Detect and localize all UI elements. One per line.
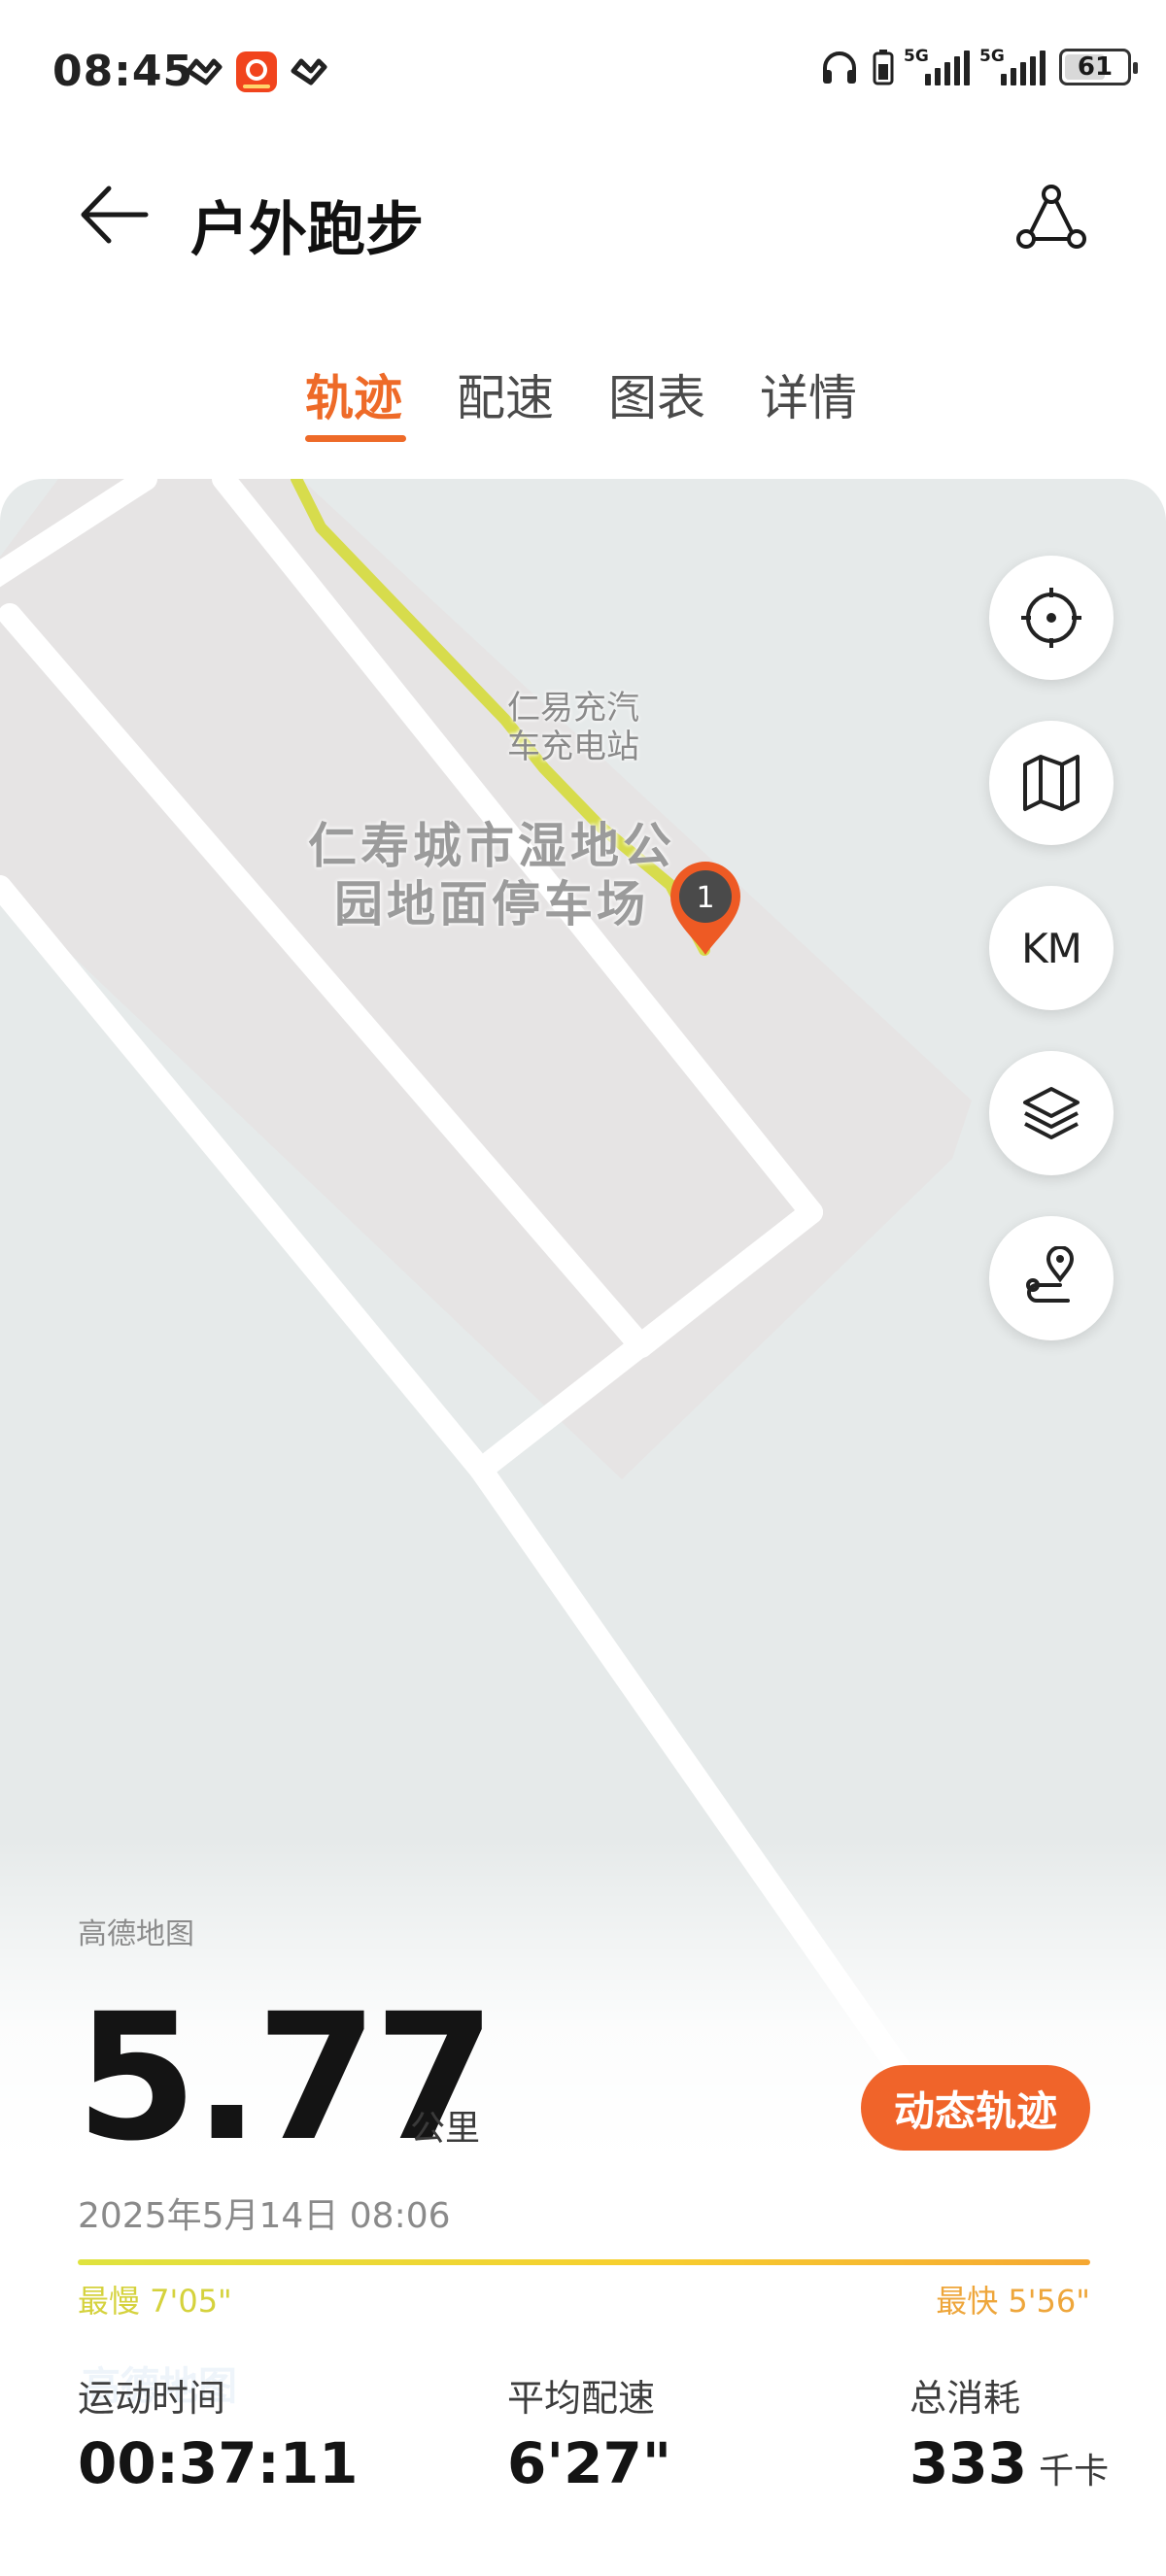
tab-track[interactable]: 轨迹 [305, 359, 402, 429]
poi-charging-station: 仁易充汽 车充电站 [507, 689, 639, 766]
locate-icon [1021, 588, 1081, 648]
stat-calories-unit: 千卡 [1039, 2452, 1110, 2491]
signal-icon-2: 5G [979, 47, 1046, 85]
notification-icons [185, 51, 328, 93]
stat-duration-value: 00:37:11 [78, 2430, 359, 2496]
stat-pace-label: 平均配速 [507, 2377, 656, 2420]
distance-unit: 公里 [410, 2109, 481, 2149]
map-type-button[interactable] [989, 721, 1114, 845]
battery-icon: 61 [1059, 49, 1138, 85]
marker-label: 1 [696, 881, 714, 915]
page-title: 户外跑步 [190, 196, 424, 264]
pace-gradient-bar [78, 2259, 1090, 2265]
tab-details[interactable]: 详情 [760, 359, 857, 429]
dynamic-track-button[interactable]: 动态轨迹 [861, 2065, 1090, 2151]
layers-icon [1023, 1087, 1080, 1139]
slowest-pace: 最慢 7'05" [78, 2283, 232, 2320]
status-right: 5G 5G 61 [820, 47, 1138, 85]
tab-active-indicator [305, 435, 406, 442]
workout-date: 2025年5月14日 08:06 [78, 2196, 451, 2236]
map-provider-label: 高德地图 [78, 1917, 194, 1951]
status-bar: 08:45 5G 5G 61 [0, 0, 1166, 146]
stat-calories: 333 千卡 [909, 2430, 1109, 2496]
stat-calories-value: 333 [909, 2430, 1028, 2496]
km-markers-button[interactable]: KM [989, 886, 1114, 1010]
poi-parking-lot: 仁寿城市湿地公 园地面停车场 [308, 818, 675, 932]
signal-icon-1: 5G [904, 47, 970, 85]
tab-bar: 轨迹 配速 图表 详情 [0, 350, 1166, 447]
stat-duration-label: 运动时间 [78, 2377, 226, 2420]
route-share-icon[interactable] [1012, 179, 1090, 256]
layers-button[interactable] [989, 1051, 1114, 1175]
route-pin-button[interactable] [989, 1216, 1114, 1340]
fastest-pace: 最快 5'56" [936, 2283, 1090, 2320]
tab-charts[interactable]: 图表 [608, 359, 705, 429]
heart-rate-icon-2 [291, 58, 327, 85]
heart-rate-icon [186, 58, 223, 85]
stat-calories-label: 总消耗 [909, 2377, 1021, 2420]
earbuds-battery-icon [873, 50, 894, 85]
back-arrow-icon[interactable] [76, 183, 154, 247]
locate-button[interactable] [989, 556, 1114, 680]
map-icon [1023, 755, 1080, 811]
route-pin-icon [1026, 1246, 1075, 1303]
start-marker-icon[interactable]: 1 [665, 858, 746, 959]
headphones-icon [823, 51, 856, 84]
tab-pace[interactable]: 配速 [457, 359, 554, 429]
stat-pace-value: 6'27" [507, 2430, 672, 2496]
status-time: 08:45 [52, 47, 194, 96]
app-header: 户外跑步 [0, 155, 1166, 272]
taobao-app-icon [236, 51, 277, 92]
